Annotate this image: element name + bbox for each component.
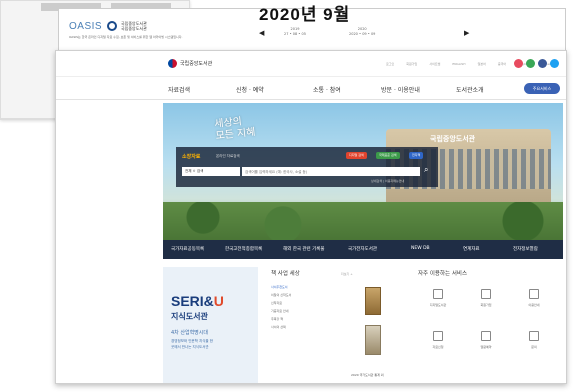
nav-item-about[interactable]: 도서관소개: [456, 85, 484, 94]
service-link[interactable]: 국가자료공동목록: [171, 246, 204, 252]
seri-logo: SERI&U: [171, 293, 224, 309]
service-tile[interactable]: 디지털도서관: [418, 289, 458, 307]
divider: [0, 118, 55, 119]
trees-image: [163, 202, 563, 240]
news-list: 사서추천도서 이달의 신착도서 신착자료 기증자료 안내 주목할 책 사서의 선…: [271, 285, 361, 333]
util-link[interactable]: ENGLISH: [452, 62, 465, 66]
facebook-icon[interactable]: [538, 59, 547, 68]
nav-item-search[interactable]: 자료검색: [168, 85, 190, 94]
service-label: 열람예약: [480, 345, 492, 349]
service-link[interactable]: 국가전자도서관: [348, 246, 377, 252]
main-services-button[interactable]: 주요서비스: [524, 83, 560, 94]
search-panel: 소장자료 온라인 자료검색 디지털 검색 국제표준 검색 전자책 전체 ㅇ 검색…: [176, 147, 438, 187]
instagram-icon[interactable]: [514, 59, 523, 68]
search-label[interactable]: 소장자료: [182, 153, 200, 160]
utility-bar: 국립중앙도서관 로그인 회원가입 사이트맵 ENGLISH 일본어 중국어 En…: [56, 51, 566, 77]
service-label: 자료신청: [432, 345, 444, 349]
mail-icon: [529, 331, 539, 341]
form-icon: [481, 289, 491, 299]
hero-calligraphy: 세상의 모든 지혜: [214, 115, 256, 143]
seri-line: 경영정보와 인문학 지식을 한: [171, 339, 213, 343]
building-sign: 국립중앙도서관: [430, 135, 476, 143]
date-item[interactable]: 2019 27 • 08 • 05: [284, 27, 306, 37]
util-link[interactable]: 일본어: [478, 62, 486, 66]
seri-banner[interactable]: SERI&U 지식도서관 4차 산업혁명시대 경영정보와 인문학 지식을 한 곳…: [163, 267, 258, 383]
taegeuk-logo-icon[interactable]: [168, 59, 177, 68]
search-links[interactable]: 상세검색 | 이용자메뉴안내: [371, 179, 404, 183]
service-link[interactable]: NEW DB: [411, 246, 430, 251]
seri-subtitle: 지식도서관: [171, 312, 208, 321]
oasis-logo[interactable]: OASIS: [69, 21, 102, 32]
news-column: 책 사업 세상 더보기 + 사서추천도서 이달의 신착도서 신착자료 기증자료 …: [271, 269, 361, 333]
oasis-description: OASIS는 한국 온라인 디지털 자료 수집, 보존 및 서비스를 위한 웹 …: [69, 35, 183, 39]
blog-icon[interactable]: [526, 59, 535, 68]
date-value: 27 • 08 • 05: [284, 32, 306, 36]
list-item[interactable]: 사서추천도서: [271, 285, 361, 293]
search-sub-label[interactable]: 온라인 자료검색: [216, 154, 240, 159]
seal-icon: [107, 21, 117, 31]
lower-content: SERI&U 지식도서관 4차 산업혁명시대 경영정보와 인문학 지식을 한 곳…: [163, 261, 563, 383]
service-label: 회원가입: [480, 303, 492, 307]
nav-item-apply[interactable]: 신청 · 예약: [236, 85, 264, 94]
service-link[interactable]: 한국고전적종합목록: [225, 246, 262, 252]
standard-search-chip[interactable]: 국제표준 검색: [376, 152, 400, 159]
util-link[interactable]: 사이트맵: [429, 62, 440, 66]
service-label: 문의: [531, 345, 537, 349]
service-tile[interactable]: 회원가입: [466, 289, 506, 307]
date-value: 2020 • 09 • 09: [349, 32, 376, 36]
oasis-org: 국립중앙도서관 국립중앙도서관: [121, 21, 147, 31]
search-icon[interactable]: ⌕: [424, 165, 428, 175]
building-icon: [529, 289, 539, 299]
service-tile[interactable]: 문의: [514, 331, 554, 349]
news-more-link[interactable]: 더보기 +: [341, 272, 353, 276]
seri-line: 4차 산업혁명시대: [171, 330, 208, 336]
next-arrow-icon[interactable]: ▶: [464, 29, 469, 37]
service-bar: 국가자료공동목록 한국고전적종합목록 해외 한국 관련 기록물 국가전자도서관 …: [163, 240, 563, 259]
service-label: 이용안내: [528, 303, 540, 307]
nav-item-community[interactable]: 소통 · 참여: [313, 85, 341, 94]
book-cover-image[interactable]: [365, 287, 381, 315]
month-title: 2020년 9월: [259, 5, 351, 24]
book-cover-image[interactable]: [365, 325, 381, 355]
service-label: 디지털도서관: [429, 303, 447, 307]
service-tile[interactable]: 이용안내: [514, 289, 554, 307]
nlk-homepage-screenshot: 국립중앙도서관 로그인 회원가입 사이트맵 ENGLISH 일본어 중국어 En…: [55, 50, 567, 384]
seri-logo-text: SERI&: [171, 293, 214, 309]
sns-links: [514, 59, 559, 68]
list-item[interactable]: 주목할 책: [271, 317, 361, 325]
service-link[interactable]: 전자정보열람: [513, 246, 538, 252]
date-item[interactable]: 2020 2020 • 09 • 09: [349, 27, 375, 37]
frequent-services-title: 자주 이용하는 서비스: [418, 271, 468, 277]
prev-arrow-icon[interactable]: ◀: [259, 29, 264, 37]
monitor-icon: [433, 289, 443, 299]
book-covers: 2020 국가도서관 통계 외: [351, 281, 399, 377]
search-input[interactable]: [242, 167, 420, 176]
list-item[interactable]: 신착자료: [271, 301, 361, 309]
nav-item-visit[interactable]: 방문 · 이용안내: [381, 85, 420, 94]
util-link[interactable]: 로그인: [386, 62, 394, 66]
list-item[interactable]: 기증자료 안내: [271, 309, 361, 317]
oasis-banner: 2020년 9월 OASIS 국립중앙도서관 국립중앙도서관 OASIS는 한국…: [58, 5, 566, 56]
service-tile[interactable]: 자료신청: [418, 331, 458, 349]
book-caption[interactable]: 2020 국가도서관 통계 외: [351, 373, 384, 377]
ebook-chip[interactable]: 전자책: [409, 152, 424, 159]
util-link[interactable]: 회원가입: [406, 62, 417, 66]
document-icon: [433, 331, 443, 341]
seri-line: 곳에서 만나는 지식도서관: [171, 345, 209, 349]
main-navigation: 자료검색 신청 · 예약 소통 · 참여 방문 · 이용안내 도서관소개 주요서…: [56, 78, 566, 100]
search-scope-select[interactable]: 전체 ㅇ 검색: [182, 167, 240, 176]
service-link[interactable]: 해외 한국 관련 기록물: [283, 246, 325, 252]
list-item[interactable]: 사서의 선택: [271, 325, 361, 333]
oasis-org-line: 국립중앙도서관: [121, 26, 147, 31]
list-item[interactable]: 이달의 신착도서: [271, 293, 361, 301]
twitter-icon[interactable]: [550, 59, 559, 68]
util-link[interactable]: 중국어: [498, 62, 506, 66]
digital-search-chip[interactable]: 디지털 검색: [346, 152, 367, 159]
service-tile[interactable]: 열람예약: [466, 331, 506, 349]
site-logo-text[interactable]: 국립중앙도서관: [180, 60, 212, 67]
frequent-services: 자주 이용하는 서비스 디지털도서관 회원가입 이용안내 자료신청 열람예약 문…: [418, 269, 558, 349]
seri-logo-u: U: [213, 293, 224, 309]
pen-icon: [481, 331, 491, 341]
service-link[interactable]: 연계자료: [463, 246, 480, 252]
